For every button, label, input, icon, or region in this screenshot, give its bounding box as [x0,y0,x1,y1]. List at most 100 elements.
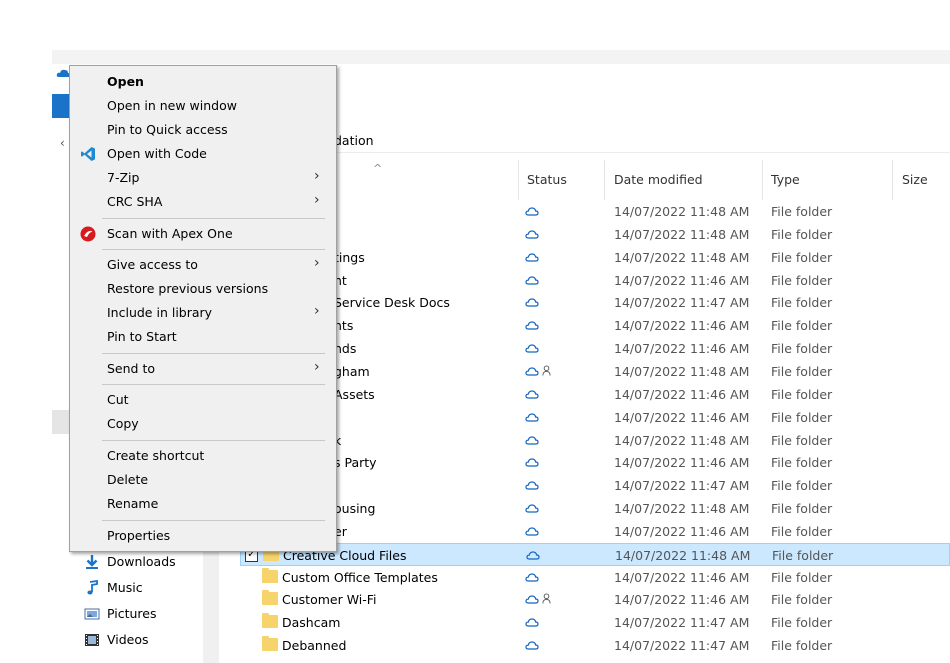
file-name[interactable]: s Party [334,455,377,470]
file-type: File folder [771,409,833,425]
shared-person-icon [542,593,551,604]
file-name[interactable]: Service Desk Docs [334,295,450,310]
column-separator[interactable] [762,160,763,200]
date-modified: 14/07/2022 11:46 AM [614,341,750,357]
breadcrumb-text[interactable]: dation [334,133,374,148]
file-row[interactable]: 14/07/2022 11:46 AM File folder [240,406,950,429]
file-name[interactable]: tings [334,250,365,265]
file-name[interactable]: Assets [334,387,375,402]
file-name[interactable]: gham [334,364,370,379]
file-row[interactable]: nt 14/07/2022 11:46 AM File folder [240,269,950,292]
file-type: File folder [771,226,833,242]
sync-status [525,591,555,607]
menu-item-cut[interactable]: Cut [70,388,336,412]
menu-item-pin-quick-access[interactable]: Pin to Quick access [70,118,336,142]
cloud-status-icon [525,390,539,399]
menu-item-include-library[interactable]: Include in library › [70,301,336,325]
cloud-status-icon [525,253,539,262]
column-separator[interactable] [892,160,893,200]
file-row[interactable]: nts 14/07/2022 11:46 AM File folder [240,314,950,337]
nav-selected-indicator[interactable] [52,94,70,118]
menu-item-restore-versions[interactable]: Restore previous versions [70,277,336,301]
sync-status [525,340,555,356]
back-arrow-icon[interactable]: ‹ [60,136,65,150]
file-row[interactable]: er 14/07/2022 11:46 AM File folder [240,520,950,543]
cloud-status-icon [525,230,539,239]
menu-item-delete[interactable]: Delete [70,468,336,492]
menu-item-open-new-window[interactable]: Open in new window [70,94,336,118]
menu-item-send-to[interactable]: Send to › [70,357,336,381]
sync-status [525,363,555,379]
column-header-date[interactable]: Date modified [614,172,703,187]
sync-status [526,547,556,563]
file-row[interactable]: ousing 14/07/2022 11:48 AM File folder [240,497,950,520]
menu-item-create-shortcut[interactable]: Create shortcut [70,444,336,468]
sync-status [525,569,555,585]
cloud-status-icon [526,551,540,560]
menu-item-open-with-code[interactable]: Open with Code [70,142,336,166]
date-modified: 14/07/2022 11:46 AM [614,409,750,425]
date-modified: 14/07/2022 11:46 AM [614,318,750,334]
file-name[interactable]: nds [334,341,356,356]
date-modified: 14/07/2022 11:46 AM [614,592,750,608]
column-header-type[interactable]: Type [771,172,800,187]
file-row[interactable]: 14/07/2022 11:47 AM File folder [240,474,950,497]
cloud-status-icon [525,275,539,285]
file-row[interactable]: gham 14/07/2022 11:48 AM File folder [240,360,950,383]
menu-item-7zip[interactable]: 7-Zip › [70,166,336,190]
file-row[interactable]: ✓ Creative Cloud Files 14/07/2022 11:48 AM… [240,542,950,566]
menu-item-give-access[interactable]: Give access to › [70,253,336,277]
file-row[interactable]: Custom Office Templates 14/07/2022 11:46 … [240,566,950,589]
menu-item-crc-sha[interactable]: CRC SHA › [70,190,336,214]
breadcrumb[interactable] [325,128,950,153]
nav-pane-scrollbar[interactable] [203,550,219,663]
file-type: File folder [771,615,833,631]
column-separator[interactable] [518,160,519,200]
cloud-status-icon [525,435,539,445]
file-row[interactable]: Service Desk Docs 14/07/2022 11:47 AM File… [240,291,950,314]
menu-item-rename[interactable]: Rename [70,492,336,516]
music-note-icon [84,579,100,596]
menu-item-pin-start[interactable]: Pin to Start [70,325,336,349]
column-separator[interactable] [604,160,605,200]
file-name[interactable]: Dashcam [282,615,340,630]
column-header-size[interactable]: Size [902,172,928,187]
file-row[interactable]: s Party 14/07/2022 11:46 AM File folder [240,451,950,474]
cloud-status-icon [525,367,539,376]
menu-separator [102,384,325,385]
menu-item-scan-apex-one[interactable]: Scan with Apex One [70,222,336,246]
date-modified: 14/07/2022 11:47 AM [614,478,750,494]
date-modified: 14/07/2022 11:46 AM [614,569,750,585]
folder-icon [262,636,278,652]
date-modified: 14/07/2022 11:47 AM [614,295,750,311]
submenu-arrow-icon: › [314,359,320,375]
nav-item-label: Videos [107,632,149,647]
menu-separator [102,249,325,250]
menu-item-copy[interactable]: Copy [70,412,336,436]
submenu-arrow-icon: › [314,303,320,319]
file-row[interactable]: 14/07/2022 11:48 AM File folder [240,200,950,223]
menu-item-properties[interactable]: Properties [70,524,336,548]
menu-item-open[interactable]: Open [70,70,336,94]
file-row[interactable]: 14/07/2022 11:48 AM File folder [240,223,950,246]
file-name[interactable]: Custom Office Templates [282,570,438,585]
file-name[interactable]: ousing [334,501,375,516]
file-name[interactable]: Customer Wi-Fi [282,592,377,607]
nav-hover-indicator [52,410,70,434]
file-row[interactable]: k 14/07/2022 11:48 AM File folder [240,429,950,452]
file-row[interactable]: Debanned 14/07/2022 11:47 AM File folder [240,634,950,657]
file-row[interactable]: nds 14/07/2022 11:46 AM File folder [240,337,950,360]
file-row[interactable]: Dashcam 14/07/2022 11:47 AM File folder [240,611,950,634]
sync-status [525,249,555,265]
menu-separator [102,520,325,521]
nav-item-label: Downloads [107,554,176,569]
file-row[interactable]: Assets 14/07/2022 11:46 AM File folder [240,383,950,406]
file-row[interactable]: tings 14/07/2022 11:48 AM File folder [240,246,950,269]
file-name[interactable]: Debanned [282,638,346,653]
column-header-status[interactable]: Status [527,172,567,187]
file-row[interactable]: Customer Wi-Fi 14/07/2022 11:46 AM File fo… [240,588,950,611]
cloud-status-icon [525,572,539,582]
download-arrow-icon [84,554,100,570]
file-type: File folder [771,432,833,448]
date-modified: 14/07/2022 11:47 AM [614,615,750,631]
